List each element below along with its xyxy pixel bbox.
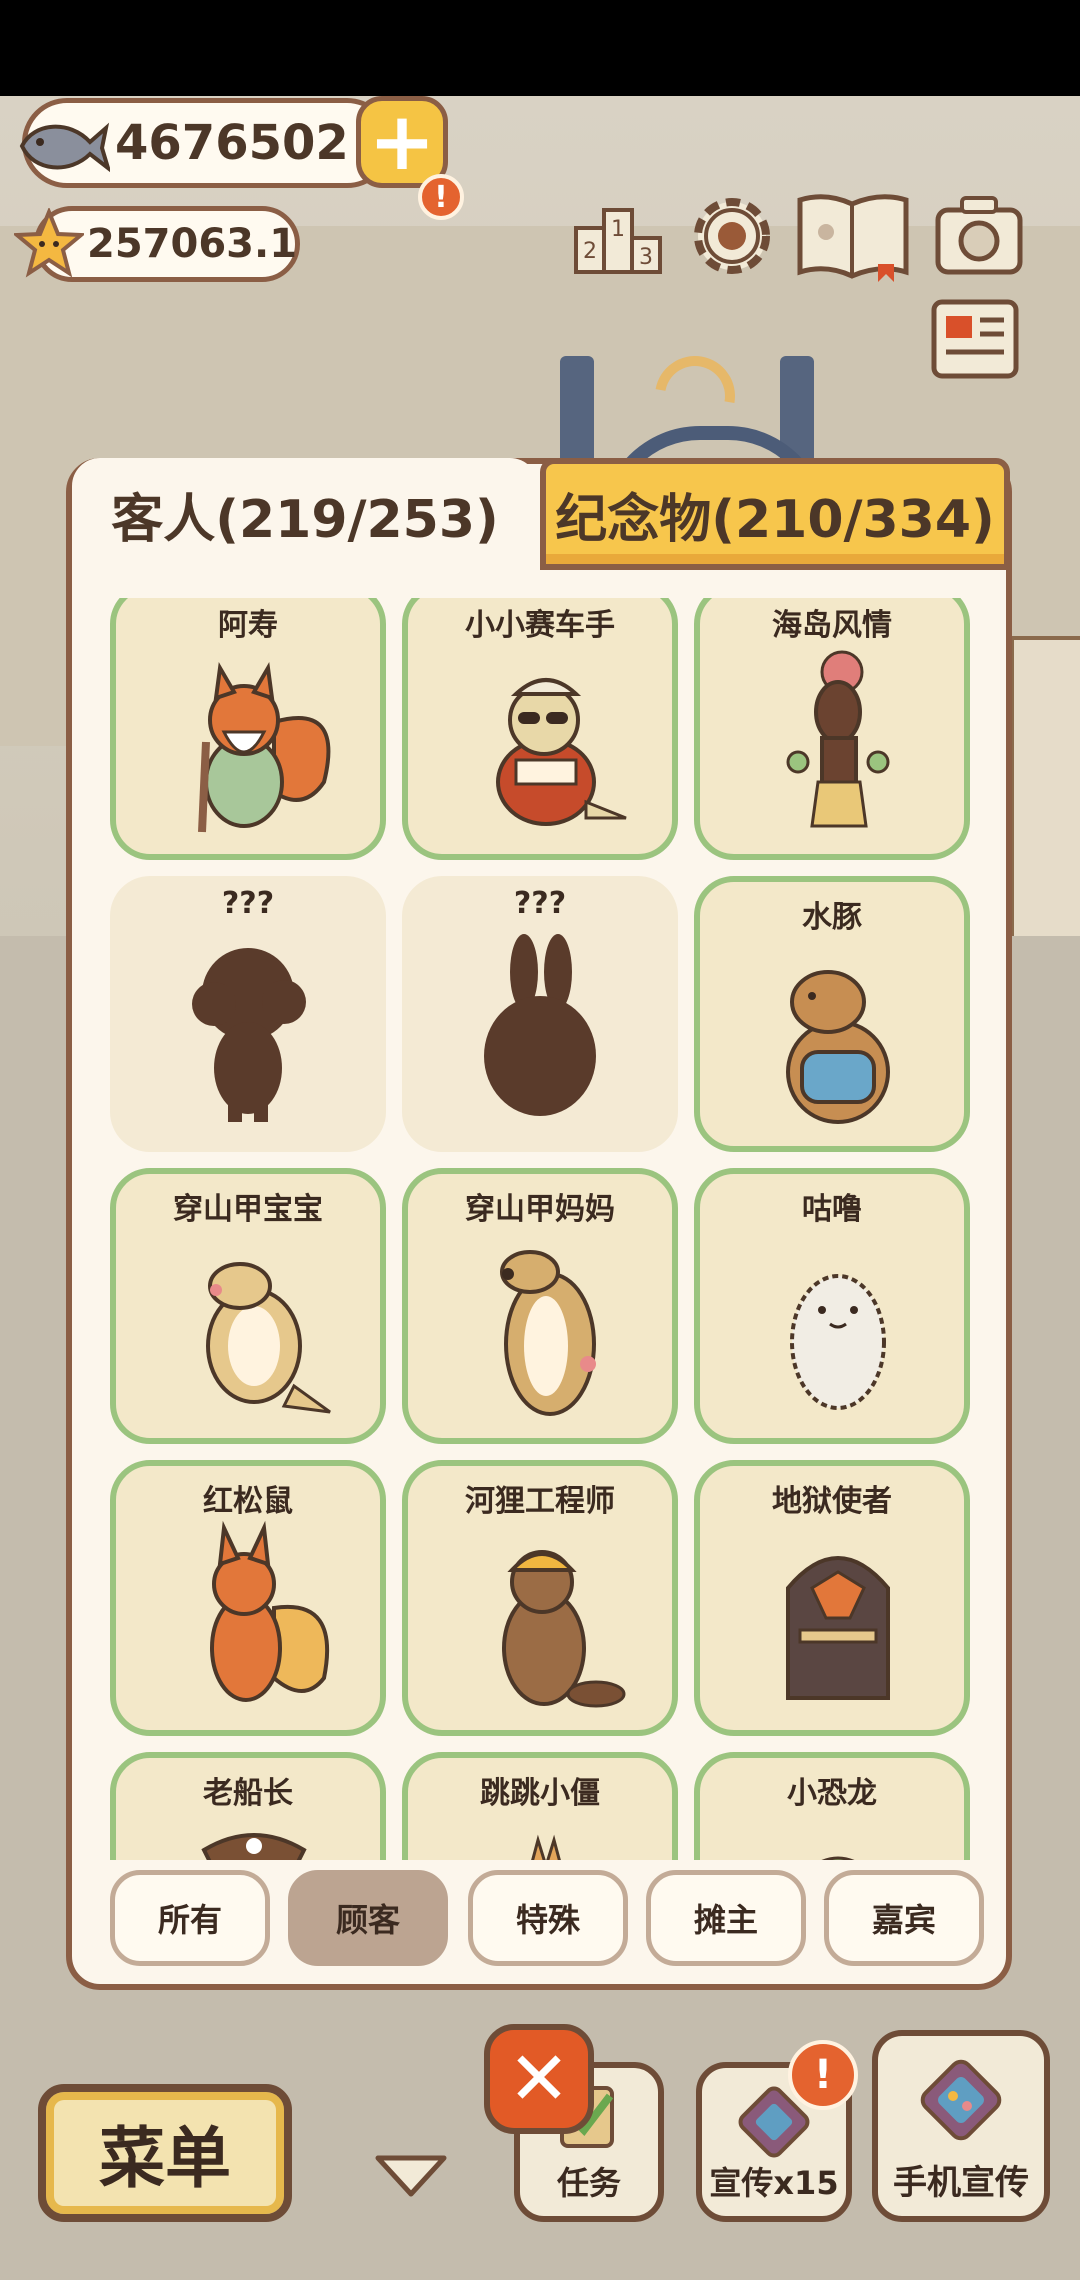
capybara-portrait — [786, 970, 890, 1124]
promo-alert-badge: ! — [788, 2040, 858, 2110]
guest-name: ??? — [513, 886, 567, 921]
guest-card[interactable]: 海岛风情 — [694, 598, 970, 860]
fish-amount: 4676502 — [115, 115, 349, 171]
filter-special[interactable]: 特殊 — [468, 1870, 628, 1966]
silhouette-portrait — [484, 934, 596, 1116]
svg-text:1: 1 — [611, 217, 625, 242]
guest-name: 小小赛车手 — [465, 608, 615, 643]
shop-alert-badge: ! — [418, 174, 464, 220]
newspaper-icon — [931, 299, 1019, 379]
tab-souvenirs-label: 纪念物(210/334) — [555, 489, 995, 550]
guest-name: 水豚 — [802, 900, 862, 935]
ranking-button[interactable]: 2 1 3 — [572, 188, 664, 280]
guest-card[interactable]: 地狱使者 — [694, 1460, 970, 1736]
guest-name: 穿山甲妈妈 — [465, 1192, 615, 1227]
guest-name: 咕噜 — [802, 1192, 862, 1227]
close-button[interactable]: ✕ — [484, 2024, 594, 2134]
star-icon — [14, 208, 84, 278]
plus-icon: + — [368, 95, 436, 188]
guest-name: 地狱使者 — [772, 1484, 892, 1519]
settings-button[interactable] — [684, 188, 780, 284]
filter-vendors[interactable]: 摊主 — [646, 1870, 806, 1966]
guest-card[interactable]: 阿寿 — [110, 598, 386, 860]
phone-promo-label: 手机宣传 — [893, 2163, 1029, 2203]
guest-name: 海岛风情 — [772, 608, 892, 643]
guest-card[interactable]: 穿山甲宝宝 — [110, 1168, 386, 1444]
guest-card[interactable]: 跳跳小僵 — [402, 1752, 678, 1860]
guest-name: 穿山甲宝宝 — [173, 1192, 323, 1227]
tab-souvenirs[interactable]: 纪念物(210/334) — [540, 458, 1010, 570]
tasks-label: 任务 — [556, 2164, 621, 2202]
guest-name: 小恐龙 — [787, 1776, 877, 1811]
guest-card[interactable]: 咕噜 — [694, 1168, 970, 1444]
fish-icon — [19, 122, 110, 173]
menu-button[interactable]: 菜单 — [38, 2084, 292, 2222]
newspaper-button[interactable] — [928, 296, 1022, 382]
promo-label: 宣传x15 — [709, 2164, 839, 2202]
close-icon: ✕ — [507, 2036, 570, 2122]
phone-icon — [920, 2059, 1002, 2141]
squirrel-elder-portrait — [198, 661, 331, 833]
guest-card[interactable]: 河狸工程师 — [402, 1460, 678, 1736]
guest-card[interactable]: 小小赛车手 — [402, 598, 678, 860]
racer-platypus-portrait — [496, 678, 627, 826]
ranking-icon: 2 1 3 — [574, 208, 662, 274]
guest-card[interactable]: 小恐龙 — [694, 1752, 970, 1860]
filter-all-label: 所有 — [157, 1901, 222, 1939]
guest-name: 阿寿 — [218, 608, 278, 643]
guest-card-locked[interactable]: ??? — [110, 876, 386, 1152]
book-icon — [797, 194, 909, 282]
filter-vendors-label: 摊主 — [693, 1901, 758, 1939]
filter-customers[interactable]: 顾客 — [288, 1870, 448, 1966]
guest-card[interactable]: 红松鼠 — [110, 1460, 386, 1736]
guest-card[interactable]: 老船长 — [110, 1752, 386, 1860]
mother-pangolin-portrait — [500, 1250, 596, 1416]
door-decoration — [1010, 636, 1080, 964]
gulu-cat-portrait — [790, 1274, 886, 1410]
star-amount: 257063.1 — [87, 221, 298, 267]
svg-text:3: 3 — [639, 245, 653, 270]
filter-customers-label: 顾客 — [335, 1901, 400, 1939]
guest-card[interactable]: 穿山甲妈妈 — [402, 1168, 678, 1444]
guest-name: 河狸工程师 — [465, 1484, 615, 1519]
old-captain-portrait — [201, 1833, 307, 1860]
camera-button[interactable] — [932, 190, 1026, 282]
hopping-jiangshi-portrait — [531, 1834, 561, 1860]
guest-card-locked[interactable]: ??? — [402, 876, 678, 1152]
island-style-portrait — [786, 650, 890, 828]
svg-text:2: 2 — [583, 239, 597, 264]
guest-card[interactable]: 水豚 — [694, 876, 970, 1152]
guest-name: 红松鼠 — [203, 1484, 293, 1519]
status-bar — [0, 0, 1080, 96]
gear-icon — [694, 198, 770, 274]
silhouette-portrait — [192, 948, 306, 1122]
chevron-down-icon[interactable] — [372, 2150, 450, 2202]
tab-guests-label: 客人(219/253) — [111, 489, 499, 550]
camera-icon — [935, 196, 1023, 275]
guest-name: 跳跳小僵 — [480, 1776, 600, 1811]
filter-guests[interactable]: 嘉宾 — [824, 1870, 984, 1966]
guest-grid[interactable]: 阿寿 小小赛车手 海岛风情 ??? ??? 水豚 穿山甲宝宝 穿山甲妈妈 咕噜 … — [100, 598, 980, 1860]
handbook-button[interactable] — [794, 190, 912, 282]
underworld-messenger-portrait — [786, 1556, 890, 1700]
guest-name: 老船长 — [203, 1776, 293, 1811]
phone-promo-button[interactable]: 手机宣传 — [872, 2030, 1050, 2222]
filter-all[interactable]: 所有 — [110, 1870, 270, 1966]
guest-name: ??? — [221, 886, 275, 921]
red-squirrel-portrait — [210, 1520, 330, 1702]
baby-pangolin-portrait — [206, 1262, 331, 1414]
filter-guests-label: 嘉宾 — [871, 1901, 936, 1939]
beaver-engineer-portrait — [502, 1550, 626, 1708]
menu-label: 菜单 — [99, 2120, 231, 2197]
tab-guests[interactable]: 客人(219/253) — [72, 458, 538, 570]
filter-special-label: 特殊 — [515, 1901, 580, 1939]
little-dinosaur-portrait — [821, 1856, 855, 1860]
